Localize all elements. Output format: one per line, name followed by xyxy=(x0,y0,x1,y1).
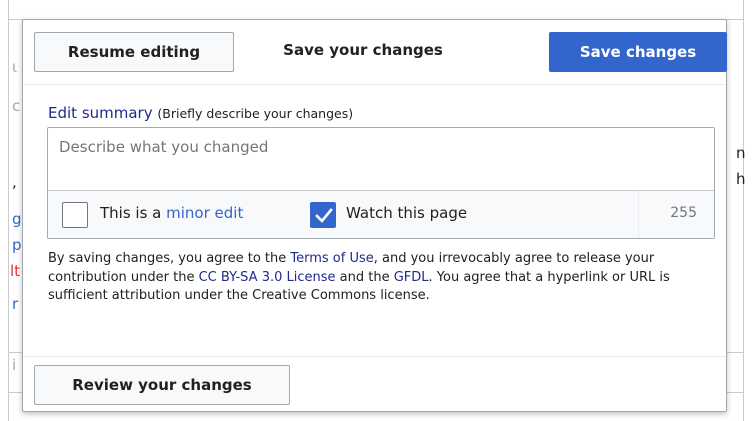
background-text-fragment: c xyxy=(12,97,21,115)
edit-summary-label: Edit summary (Briefly describe your chan… xyxy=(48,104,353,123)
minor-edit-checkbox[interactable] xyxy=(62,202,88,228)
header-divider xyxy=(23,84,726,85)
edit-summary-label-text: Edit summary xyxy=(48,104,153,122)
edit-summary-input[interactable] xyxy=(48,128,714,190)
watch-page-label[interactable]: Watch this page xyxy=(346,204,467,222)
save-dialog: Resume editing Save your changes Save ch… xyxy=(22,19,727,412)
save-options-row: This is a minor edit Watch this page 255 xyxy=(48,190,714,238)
background-text-fragment: ι xyxy=(12,58,18,76)
character-counter: 255 xyxy=(670,205,697,221)
terms-of-use-link[interactable]: Terms of Use xyxy=(290,251,373,266)
minor-edit-label-prefix: This is a xyxy=(100,204,167,222)
edit-summary-hint: (Briefly describe your changes) xyxy=(157,106,354,121)
cc-license-link[interactable]: CC BY-SA 3.0 License xyxy=(199,270,336,285)
background-text-fragment: i xyxy=(12,356,17,374)
edit-summary-widget: This is a minor edit Watch this page 255 xyxy=(47,127,715,239)
background-text-fragment: , xyxy=(12,173,17,191)
watch-page-checkbox[interactable] xyxy=(310,202,336,228)
dialog-title: Save your changes xyxy=(283,41,443,59)
license-notice: By saving changes, you agree to the Term… xyxy=(48,250,708,306)
resume-editing-button[interactable]: Resume editing xyxy=(34,32,234,72)
save-changes-button[interactable]: Save changes xyxy=(549,32,727,72)
background-text-fragment: h xyxy=(736,170,746,188)
legal-text: By saving changes, you agree to the xyxy=(48,251,291,266)
gfdl-link[interactable]: GFDL xyxy=(394,270,429,285)
background-text-fragment: n xyxy=(736,144,746,162)
footer-divider xyxy=(23,356,726,357)
background-text-fragment: p xyxy=(12,236,22,254)
counter-divider xyxy=(638,191,639,238)
minor-edit-label[interactable]: This is a minor edit xyxy=(100,204,243,222)
minor-edit-link[interactable]: minor edit xyxy=(166,204,243,222)
background-text-fragment: g xyxy=(12,210,22,228)
background-text-fragment: r xyxy=(12,295,19,313)
checkmark-icon xyxy=(315,208,333,223)
legal-text: and the xyxy=(335,269,394,285)
background-text-fragment: lt xyxy=(10,262,21,280)
review-changes-button[interactable]: Review your changes xyxy=(34,365,290,405)
